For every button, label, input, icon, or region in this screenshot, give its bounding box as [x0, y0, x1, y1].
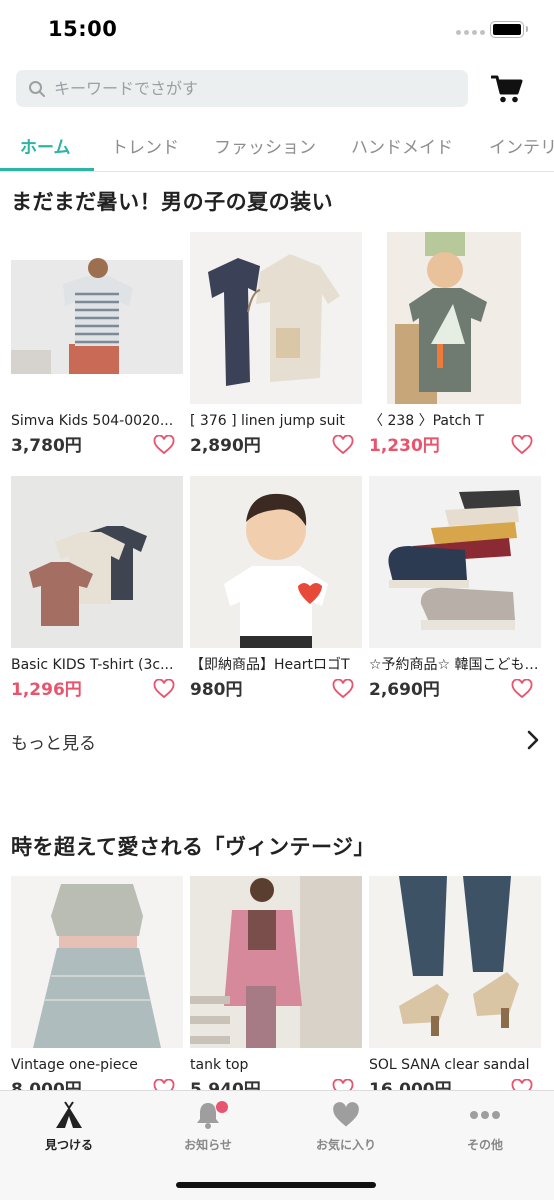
product-card[interactable]: 〈 238 〉Patch T 1,230円 — [369, 232, 541, 457]
nav-favorites[interactable]: お気に入り — [296, 1099, 396, 1153]
section-title: 時を超えて愛される「ヴィンテージ」 — [11, 835, 376, 859]
nav-more[interactable]: その他 — [435, 1099, 535, 1153]
favorite-heart-icon[interactable] — [332, 435, 354, 455]
product-image — [369, 476, 541, 648]
favorite-heart-icon[interactable] — [153, 435, 175, 455]
notification-badge — [216, 1101, 228, 1113]
product-name: SOL SANA clear sandal — [369, 1057, 530, 1073]
search-icon — [29, 80, 45, 97]
favorite-heart-icon[interactable] — [511, 679, 533, 699]
status-bar: 15:00 — [0, 0, 554, 60]
chevron-right-icon — [527, 730, 539, 750]
product-image — [369, 876, 541, 1048]
product-image — [11, 476, 183, 648]
product-card[interactable]: 【即納商品】HeartロゴT 980円 — [190, 476, 362, 701]
product-name: Vintage one-piece — [11, 1057, 138, 1073]
search-bar[interactable] — [16, 70, 468, 107]
product-image — [369, 232, 541, 404]
product-card[interactable]: tank top 5,940円 — [190, 876, 362, 1101]
nav-notifications[interactable]: お知らせ — [158, 1099, 258, 1153]
product-name: Basic KIDS T-shirt (3c... — [11, 657, 174, 673]
tab-handmade[interactable]: ハンドメイド — [351, 133, 453, 158]
favorite-heart-icon[interactable] — [511, 435, 533, 455]
favorite-heart-icon[interactable] — [153, 679, 175, 699]
category-tabs: ホーム トレンド ファッション ハンドメイド インテリ — [0, 118, 554, 172]
cart-icon — [491, 75, 523, 103]
product-card[interactable]: ☆予約商品☆ 韓国こども… 2,690円 — [369, 476, 541, 701]
nav-label: 見つける — [44, 1138, 93, 1152]
product-card[interactable]: Vintage one-piece 8,000円 — [11, 876, 183, 1101]
tab-trend[interactable]: トレンド — [111, 133, 179, 158]
section-title: まだまだ暑い！男の子の夏の装い — [11, 190, 334, 214]
product-name: ☆予約商品☆ 韓国こども… — [369, 657, 539, 673]
tab-fashion[interactable]: ファッション — [214, 133, 316, 158]
battery-icon — [490, 21, 528, 38]
home-indicator — [176, 1182, 376, 1188]
product-name: 【即納商品】HeartロゴT — [190, 657, 350, 673]
tent-icon — [56, 1101, 82, 1128]
tab-home[interactable]: ホーム — [20, 133, 71, 158]
tab-active-indicator — [0, 168, 94, 171]
more-dots-icon — [470, 1111, 500, 1119]
favorite-heart-icon[interactable] — [332, 679, 354, 699]
product-name: tank top — [190, 1057, 249, 1073]
nav-label: その他 — [466, 1138, 503, 1152]
signal-icon — [456, 30, 485, 35]
heart-icon — [333, 1102, 359, 1127]
product-card[interactable]: Simva Kids 504-0020... 3,780円 — [11, 232, 183, 457]
nav-label: お知らせ — [184, 1138, 232, 1152]
product-image — [190, 232, 362, 404]
product-name: 〈 238 〉Patch T — [369, 413, 485, 429]
cart-button[interactable] — [490, 72, 524, 106]
see-more-link[interactable]: もっと見る — [0, 722, 554, 758]
nav-label: お気に入り — [315, 1138, 376, 1152]
nav-discover[interactable]: 見つける — [19, 1099, 119, 1153]
product-image — [11, 232, 183, 404]
product-image — [11, 876, 183, 1048]
status-time: 15:00 — [48, 17, 118, 41]
product-image — [190, 876, 362, 1048]
product-card[interactable]: SOL SANA clear sandal 16,000円 — [369, 876, 541, 1101]
product-name: [ 376 ] linen jump suit — [190, 413, 345, 429]
product-card[interactable]: Basic KIDS T-shirt (3c... 1,296円 — [11, 476, 183, 701]
product-image — [190, 476, 362, 648]
product-name: Simva Kids 504-0020... — [11, 413, 174, 429]
see-more-label: もっと見る — [11, 734, 96, 754]
product-card[interactable]: [ 376 ] linen jump suit 2,890円 — [190, 232, 362, 457]
tab-interior[interactable]: インテリ — [489, 133, 554, 158]
search-input[interactable] — [54, 79, 444, 98]
